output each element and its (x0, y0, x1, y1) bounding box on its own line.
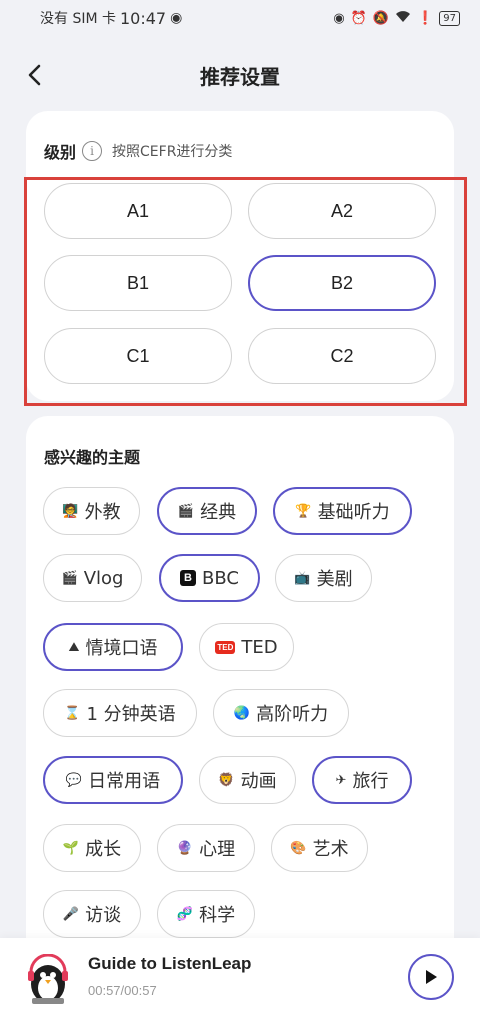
play-icon (426, 970, 437, 984)
level-subtitle: 按照CEFR进行分类 (112, 144, 233, 160)
info-icon[interactable]: i (82, 141, 103, 161)
topic-chip[interactable]: 💬 日常用语 (43, 756, 183, 804)
topic-chip-label: 艺术 (312, 839, 349, 860)
topic-chip[interactable]: 🧑‍🏫 外教 (43, 487, 140, 535)
tv-icon: 📺 (294, 570, 311, 586)
topic-chip-label: 心理 (199, 839, 236, 860)
airplane-icon: ✈ (335, 772, 347, 788)
topic-chip[interactable]: 🔮 心理 (157, 824, 255, 872)
mini-player[interactable]: Guide to ListenLeap 00:57/00:57 (0, 938, 480, 1027)
topic-chip[interactable]: 📺 美剧 (275, 554, 372, 602)
speech-bubble-icon: 💬 (65, 772, 83, 788)
clapper-icon: 🎬 (61, 570, 78, 586)
level-option-a1[interactable]: A1 (44, 183, 232, 239)
sprout-icon: 🌱 (62, 840, 80, 856)
topic-chip[interactable]: ⌛ 1 分钟英语 (43, 689, 197, 737)
topic-chip[interactable]: 🎬 经典 (157, 487, 257, 535)
level-option-label: C1 (126, 345, 150, 366)
lion-icon: 🦁 (218, 772, 235, 788)
topic-chip[interactable]: 🌱 成长 (43, 824, 141, 872)
topic-chip[interactable]: ✈ 旅行 (312, 756, 412, 804)
track-title: Guide to ListenLeap (88, 954, 252, 973)
bbc-icon: B (180, 570, 197, 586)
topic-chip-label: 动画 (240, 771, 277, 792)
level-option-label: C2 (330, 345, 354, 366)
back-button[interactable] (20, 60, 50, 90)
level-option-label: B2 (330, 272, 354, 293)
level-option-label: A2 (330, 200, 354, 221)
topic-chip-label: TED (241, 636, 278, 658)
topic-chip-label: 高阶听力 (256, 704, 329, 725)
penguin-avatar-icon (22, 953, 74, 1006)
topic-chip-label: 访谈 (85, 905, 122, 926)
microphone-icon: 🎤 (62, 906, 80, 922)
clapper-icon: 🎬 (177, 503, 195, 519)
mountain-icon: ⛰ (68, 639, 80, 655)
topic-chip[interactable]: 🌏 高阶听力 (213, 689, 349, 737)
level-title: 级别 (44, 143, 77, 162)
crystal-ball-icon: 🔮 (176, 840, 194, 856)
clock: 10:47 (120, 8, 167, 28)
eye-icon: ◉ (170, 10, 183, 26)
header: 推荐设置 (0, 52, 480, 98)
play-button[interactable] (408, 954, 454, 1000)
topic-chip[interactable]: ⛰ 情境口语 (43, 623, 183, 671)
level-option-b2[interactable]: B2 (248, 255, 436, 311)
topic-chip-label: 成长 (85, 839, 122, 860)
hourglass-icon: ⌛ (64, 705, 81, 721)
topic-chip[interactable]: 🎨 艺术 (271, 824, 368, 872)
topic-chip-label: Vlog (83, 567, 124, 589)
trophy-icon: 🏆 (295, 503, 312, 519)
topic-chip[interactable]: 🎬 Vlog (43, 554, 142, 602)
palette-icon: 🎨 (290, 840, 307, 856)
level-option-label: A1 (126, 200, 150, 221)
topic-chip-label: 情境口语 (85, 638, 158, 659)
page-title: 推荐设置 (200, 64, 280, 89)
alert-icon: ❗ (417, 10, 434, 26)
dna-icon: 🧬 (176, 906, 194, 922)
wifi-icon (395, 10, 411, 27)
eye-comfort-icon: ◉ (333, 10, 345, 26)
topic-chip-label: 外教 (84, 502, 121, 523)
level-header: 级别 i 按照CEFR进行分类 (44, 139, 232, 163)
topic-chip[interactable]: 🧬 科学 (157, 890, 255, 938)
topic-chip-label: 美剧 (316, 569, 353, 590)
level-option-b1[interactable]: B1 (44, 255, 232, 311)
topic-chip-label: 日常用语 (88, 771, 161, 792)
topic-card: 感兴趣的主题 🧑‍🏫 外教 🎬 经典 🏆 基础听力 🎬 Vlog B BBC 📺… (26, 416, 454, 976)
mute-icon: 🔕 (372, 10, 390, 26)
topic-title: 感兴趣的主题 (44, 448, 141, 467)
topic-chip-label: 科学 (199, 905, 236, 926)
globe-icon: 🌏 (233, 705, 251, 721)
chevron-left-icon (28, 64, 41, 86)
topic-chip[interactable]: TED TED (199, 623, 294, 671)
track-time: 00:57/00:57 (88, 983, 157, 998)
topic-chip-label: 1 分钟英语 (86, 704, 176, 725)
topic-chip[interactable]: 🏆 基础听力 (273, 487, 412, 535)
topic-chip[interactable]: 🎤 访谈 (43, 890, 141, 938)
level-option-a2[interactable]: A2 (248, 183, 436, 239)
topic-chip-label: 经典 (200, 502, 237, 523)
teacher-icon: 🧑‍🏫 (62, 503, 79, 519)
topic-chip[interactable]: 🦁 动画 (199, 756, 296, 804)
level-option-label: B1 (126, 272, 150, 293)
level-option-c2[interactable]: C2 (248, 328, 436, 384)
topic-chip-label: BBC (202, 567, 239, 589)
ted-icon: TED (215, 640, 236, 654)
carrier-label: 没有 SIM 卡 (40, 11, 116, 27)
topic-chip-label: 旅行 (352, 771, 389, 792)
topic-chip[interactable]: B BBC (159, 554, 260, 602)
status-bar: 没有 SIM 卡 10:47 ◉ ◉ ⏰ 🔕 ❗ 97 (0, 0, 480, 36)
alarm-icon: ⏰ (350, 10, 367, 26)
level-option-c1[interactable]: C1 (44, 328, 232, 384)
topic-chip-label: 基础听力 (317, 502, 390, 523)
level-card: 级别 i 按照CEFR进行分类 A1 A2 B1 B2 C1 C2 (26, 111, 454, 401)
battery-icon: 97 (439, 10, 460, 26)
